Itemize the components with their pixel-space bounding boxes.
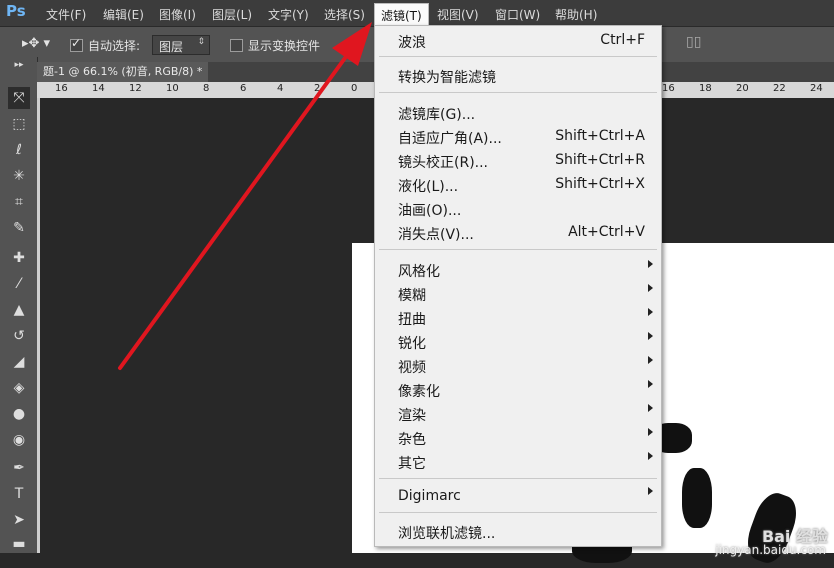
menu-item-oil-paint[interactable]: 油画(O)... xyxy=(398,200,461,220)
menu-window[interactable]: 窗口(W) xyxy=(495,6,540,23)
crop-tool-icon[interactable]: ⌗ xyxy=(8,191,30,213)
submenu-arrow-icon xyxy=(648,428,653,436)
menu-separator xyxy=(379,92,657,93)
ruler-tick: 4 xyxy=(277,83,284,94)
shortcut-wave: Ctrl+F xyxy=(600,32,645,48)
menu-item-noise[interactable]: 杂色 xyxy=(398,429,426,449)
ruler-tick: 12 xyxy=(129,83,142,94)
move-tool-icon[interactable]: ⤧ xyxy=(8,87,30,109)
filter-menu-dropdown: 波浪 Ctrl+F 转换为智能滤镜 滤镜库(G)... 自适应广角(A)... … xyxy=(374,25,662,547)
auto-select-dropdown[interactable]: 图层 ⇕ xyxy=(152,35,210,55)
magic-wand-icon[interactable]: ✳ xyxy=(8,165,30,187)
menu-separator xyxy=(379,56,657,57)
auto-select-checkbox[interactable] xyxy=(70,36,83,52)
submenu-arrow-icon xyxy=(648,404,653,412)
auto-select-value: 图层 xyxy=(159,40,184,54)
ruler-tick: 16 xyxy=(55,83,68,94)
submenu-arrow-icon xyxy=(648,380,653,388)
shortcut-vanishing-point: Alt+Ctrl+V xyxy=(568,224,645,240)
menu-item-filter-gallery[interactable]: 滤镜库(G)... xyxy=(398,104,475,124)
healing-brush-icon[interactable]: ✚ xyxy=(8,247,30,269)
menu-item-liquify[interactable]: 液化(L)... xyxy=(398,176,458,196)
show-transform-label: 显示变换控件 xyxy=(248,39,321,53)
menu-item-adaptive-wide-angle[interactable]: 自适应广角(A)... xyxy=(398,128,502,148)
menu-item-stylize[interactable]: 风格化 xyxy=(398,261,440,281)
shape-tool-icon[interactable]: ▬ xyxy=(8,533,30,555)
move-tool-icon[interactable]: ▸✥ ▾ xyxy=(22,36,50,51)
eraser-tool-icon[interactable]: ◢ xyxy=(8,351,30,373)
menu-type[interactable]: 文字(Y) xyxy=(268,6,309,23)
menu-bar: Ps 文件(F) 编辑(E) 图像(I) 图层(L) 文字(Y) 选择(S) 滤… xyxy=(0,0,834,28)
photoshop-logo: Ps xyxy=(6,2,26,20)
distribute-icon[interactable]: ▯▯ xyxy=(686,34,701,50)
submenu-arrow-icon xyxy=(648,332,653,340)
menu-item-convert-smart-filter[interactable]: 转换为智能滤镜 xyxy=(398,67,496,87)
menu-help[interactable]: 帮助(H) xyxy=(555,6,597,23)
path-select-icon[interactable]: ➤ xyxy=(8,509,30,531)
pen-tool-icon[interactable]: ✒ xyxy=(8,457,30,479)
submenu-arrow-icon xyxy=(648,356,653,364)
ruler-tick: 18 xyxy=(699,83,712,94)
shortcut-liquify: Shift+Ctrl+X xyxy=(555,176,645,192)
artwork-shape xyxy=(682,468,712,528)
menu-item-sharpen[interactable]: 锐化 xyxy=(398,333,426,353)
lasso-tool-icon[interactable]: ℓ xyxy=(8,139,30,161)
menu-item-lens-correction[interactable]: 镜头校正(R)... xyxy=(398,152,488,172)
type-tool-icon[interactable]: T xyxy=(8,483,30,505)
menu-item-video[interactable]: 视频 xyxy=(398,357,426,377)
shortcut-adaptive-wide-angle: Shift+Ctrl+A xyxy=(555,128,645,144)
document-tab[interactable]: 题-1 @ 66.1% (初音, RGB/8) * xyxy=(37,62,209,82)
menu-image[interactable]: 图像(I) xyxy=(159,6,196,23)
collapse-icon[interactable]: ▸▸ xyxy=(8,59,30,71)
dodge-tool-icon[interactable]: ◉ xyxy=(8,429,30,451)
ruler-tick: 10 xyxy=(166,83,179,94)
menu-layer[interactable]: 图层(L) xyxy=(212,6,252,23)
marquee-tool-icon[interactable]: ⬚ xyxy=(8,113,30,135)
menu-item-distort[interactable]: 扭曲 xyxy=(398,309,426,329)
submenu-arrow-icon xyxy=(648,452,653,460)
ruler-tick: 20 xyxy=(736,83,749,94)
blur-tool-icon[interactable]: ● xyxy=(8,403,30,425)
shortcut-lens-correction: Shift+Ctrl+R xyxy=(555,152,645,168)
stamp-tool-icon[interactable]: ▲ xyxy=(8,299,30,321)
submenu-arrow-icon xyxy=(648,308,653,316)
ruler-tick: 6 xyxy=(240,83,247,94)
menu-select[interactable]: 选择(S) xyxy=(324,6,365,23)
menu-item-browse-filters-online[interactable]: 浏览联机滤镜... xyxy=(398,523,495,543)
menu-view[interactable]: 视图(V) xyxy=(437,6,479,23)
menu-item-wave[interactable]: 波浪 xyxy=(398,32,426,52)
ruler-tick: 0 xyxy=(351,83,358,94)
menu-separator xyxy=(379,478,657,479)
submenu-arrow-icon xyxy=(648,487,653,495)
menu-item-vanishing-point[interactable]: 消失点(V)... xyxy=(398,224,474,244)
paint-bucket-icon[interactable]: ◈ xyxy=(8,377,30,399)
menu-item-digimarc[interactable]: Digimarc xyxy=(398,488,461,504)
auto-select-label: 自动选择: xyxy=(88,39,141,53)
menu-file[interactable]: 文件(F) xyxy=(46,6,86,23)
menu-item-other[interactable]: 其它 xyxy=(398,453,426,473)
menu-edit[interactable]: 编辑(E) xyxy=(103,6,144,23)
ruler-tick: 22 xyxy=(773,83,786,94)
ruler-tick: 2 xyxy=(314,83,321,94)
tools-panel: ▸▸ ⤧ ⬚ ℓ ✳ ⌗ ✎ ✚ ⁄ ▲ ↺ ◢ ◈ ● ◉ ✒ T ➤ ▬ xyxy=(0,57,38,553)
menu-item-render[interactable]: 渲染 xyxy=(398,405,426,425)
brush-tool-icon[interactable]: ⁄ xyxy=(8,273,30,295)
ruler-tick: 14 xyxy=(92,83,105,94)
show-transform-checkbox[interactable] xyxy=(230,39,243,52)
menu-item-pixelate[interactable]: 像素化 xyxy=(398,381,440,401)
menu-separator xyxy=(379,512,657,513)
menu-item-blur[interactable]: 模糊 xyxy=(398,285,426,305)
dropdown-arrow-icon: ⇕ xyxy=(197,37,205,47)
eyedropper-icon[interactable]: ✎ xyxy=(8,217,30,239)
ruler-tick: 8 xyxy=(203,83,210,94)
watermark-url: jingyan.baidu.com xyxy=(715,543,826,557)
ruler-tick: 24 xyxy=(810,83,823,94)
history-brush-icon[interactable]: ↺ xyxy=(8,325,30,347)
submenu-arrow-icon xyxy=(648,284,653,292)
submenu-arrow-icon xyxy=(648,260,653,268)
ruler-tick: 16 xyxy=(662,83,675,94)
menu-separator xyxy=(379,249,657,250)
